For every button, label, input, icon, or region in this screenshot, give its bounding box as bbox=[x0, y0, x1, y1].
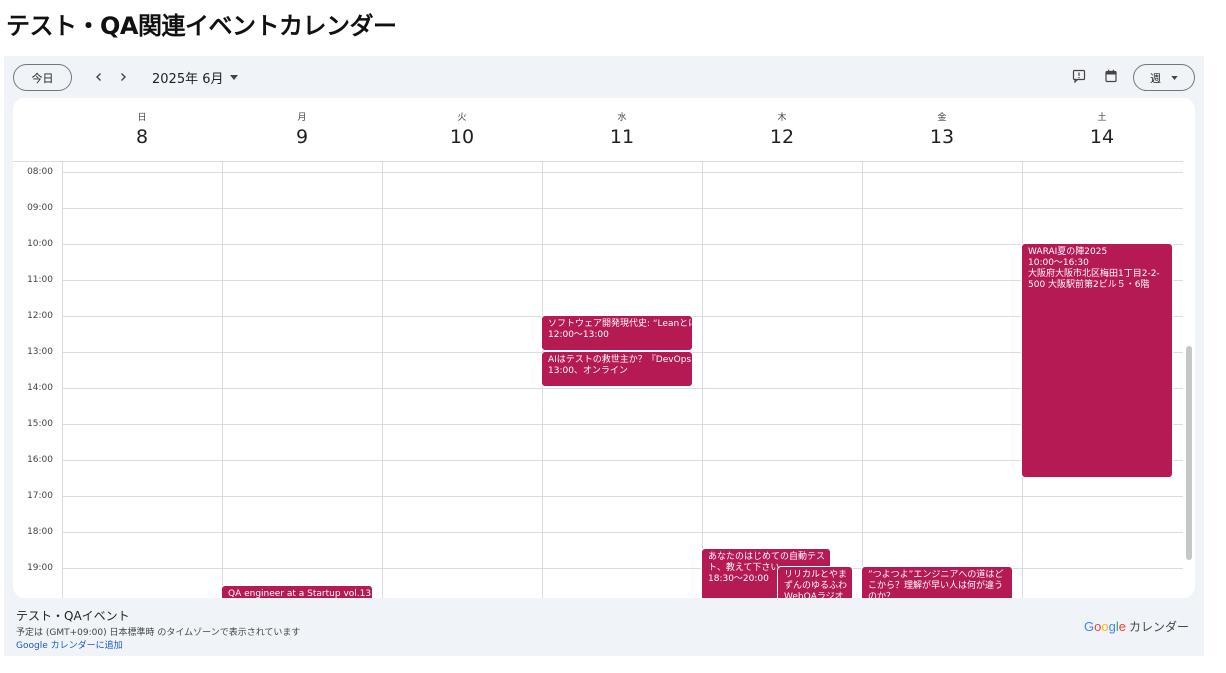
time-label: 12:00 bbox=[27, 311, 53, 321]
timezone-note: 予定は (GMT+09:00) 日本標準時 のタイムゾーンで表示されています bbox=[16, 628, 301, 638]
calendar-embed: 今日 2025年 6月 週 日 8 月 9 火 10 水 11 木 12 金 1… bbox=[4, 56, 1204, 656]
event-warai-summer[interactable]: WARAI夏の陣2025 10:00〜16:30 大阪府大阪市北区梅田1丁目2-… bbox=[1021, 243, 1173, 478]
day-header-mon[interactable]: 月 9 bbox=[222, 98, 382, 162]
event-time: 10:00〜16:30 bbox=[1028, 258, 1089, 268]
calendar-icon[interactable] bbox=[1102, 67, 1120, 85]
feedback-icon[interactable] bbox=[1070, 67, 1088, 85]
time-label: 11:00 bbox=[27, 275, 53, 285]
time-label: 14:00 bbox=[27, 383, 53, 393]
event-location: 大阪府大阪市北区梅田1丁目2-2-500 大阪駅前第2ビル５・6階 bbox=[1028, 269, 1160, 290]
day-header-sun[interactable]: 日 8 bbox=[62, 98, 222, 162]
day-header-fri[interactable]: 金 13 bbox=[862, 98, 1022, 162]
event-ai-devops[interactable]: AIはテストの救世主か？『DevOps 13:00、オンライン bbox=[541, 351, 693, 387]
day-number: 9 bbox=[295, 126, 309, 148]
day-header-wed[interactable]: 水 11 bbox=[542, 98, 702, 162]
calendar-name: テスト・QAイベント bbox=[16, 609, 130, 623]
day-header-sat[interactable]: 土 14 bbox=[1022, 98, 1182, 162]
day-number: 10 bbox=[449, 126, 475, 148]
day-number: 14 bbox=[1089, 126, 1115, 148]
day-header-thu[interactable]: 木 12 bbox=[702, 98, 862, 162]
chevron-left-icon[interactable] bbox=[88, 66, 110, 88]
event-webqa-radio[interactable]: リリカルとやまずんのゆるふわWebQAラジオ bbox=[777, 566, 853, 598]
event-title: ”つよつよ”エンジニアへの道はどこから？理解が早い人は何が違うのか？ bbox=[868, 570, 1004, 598]
event-time: 12:00〜13:00 bbox=[548, 330, 609, 340]
calendar-footer: テスト・QAイベント 予定は (GMT+09:00) 日本標準時 のタイムゾーン… bbox=[4, 598, 1204, 656]
day-of-week: 金 bbox=[937, 113, 947, 123]
hour-line bbox=[62, 460, 1183, 461]
day-of-week: 水 bbox=[617, 113, 627, 123]
hour-line bbox=[62, 388, 1183, 389]
event-software-history[interactable]: ソフトウェア開発現代史: “Leanとに 12:00〜13:00 bbox=[541, 315, 693, 351]
hour-line bbox=[62, 568, 1183, 569]
event-title: リリカルとやまずんのゆるふわWebQAラジオ bbox=[784, 570, 848, 598]
day-of-week: 木 bbox=[777, 113, 787, 123]
chevron-right-icon[interactable] bbox=[112, 66, 134, 88]
day-number: 13 bbox=[929, 126, 955, 148]
day-of-week: 月 bbox=[297, 113, 307, 123]
day-header-tue[interactable]: 火 10 bbox=[382, 98, 542, 162]
time-label: 08:00 bbox=[27, 167, 53, 177]
day-number: 12 bbox=[769, 126, 795, 148]
caret-down-icon bbox=[1171, 75, 1178, 80]
event-title: QA engineer at a Startup vol.13 に bbox=[228, 589, 373, 598]
time-label: 18:00 bbox=[27, 527, 53, 537]
time-label: 19:00 bbox=[27, 563, 53, 573]
page-title: テスト・QA関連イベントカレンダー bbox=[6, 12, 397, 40]
week-grid: 日 8 月 9 火 10 水 11 木 12 金 13 土 14 08:00 0… bbox=[13, 98, 1195, 598]
vertical-scrollbar[interactable] bbox=[1186, 346, 1192, 560]
add-to-google-calendar-link[interactable]: Google カレンダーに追加 bbox=[16, 638, 123, 651]
time-label: 16:00 bbox=[27, 455, 53, 465]
hour-line bbox=[62, 532, 1183, 533]
hour-line bbox=[62, 496, 1183, 497]
view-label: 週 bbox=[1150, 71, 1161, 85]
time-grid: 08:00 09:00 10:00 11:00 12:00 13:00 14:0… bbox=[13, 162, 1183, 598]
event-time: 13:00、オンライン bbox=[548, 366, 628, 376]
time-label: 17:00 bbox=[27, 491, 53, 501]
event-title: WARAI夏の陣2025 bbox=[1028, 247, 1108, 257]
day-of-week: 土 bbox=[1097, 113, 1107, 123]
brand-label: カレンダー bbox=[1128, 620, 1189, 634]
month-label: 2025年 6月 bbox=[152, 72, 224, 87]
day-number: 11 bbox=[609, 126, 635, 148]
hour-line bbox=[62, 280, 1183, 281]
today-button[interactable]: 今日 bbox=[13, 64, 72, 91]
month-picker[interactable]: 2025年 6月 bbox=[152, 68, 238, 87]
hour-line bbox=[62, 244, 1183, 245]
view-selector[interactable]: 週 bbox=[1133, 64, 1195, 91]
day-of-week: 火 bbox=[457, 113, 467, 123]
event-tsuyotsuyo-engineer[interactable]: ”つよつよ”エンジニアへの道はどこから？理解が早い人は何が違うのか？ bbox=[861, 566, 1013, 598]
calendar-toolbar: 今日 2025年 6月 週 bbox=[4, 56, 1204, 98]
google-logo: Google bbox=[1084, 619, 1126, 634]
hour-line bbox=[62, 208, 1183, 209]
time-label: 13:00 bbox=[27, 347, 53, 357]
time-label: 10:00 bbox=[27, 239, 53, 249]
caret-down-icon bbox=[229, 75, 238, 80]
day-headers: 日 8 月 9 火 10 水 11 木 12 金 13 土 14 bbox=[13, 98, 1183, 162]
time-label: 15:00 bbox=[27, 419, 53, 429]
day-of-week: 日 bbox=[137, 113, 147, 123]
hour-line bbox=[62, 172, 1183, 173]
event-title: AIはテストの救世主か？『DevOps bbox=[548, 355, 692, 365]
event-title: ソフトウェア開発現代史: “Leanとに bbox=[548, 319, 693, 329]
hour-line bbox=[62, 424, 1183, 425]
day-number: 8 bbox=[135, 126, 149, 148]
google-calendar-brand[interactable]: Google カレンダー bbox=[1084, 618, 1189, 635]
event-qa-startup[interactable]: QA engineer at a Startup vol.13 に bbox=[221, 585, 373, 598]
time-label: 09:00 bbox=[27, 203, 53, 213]
